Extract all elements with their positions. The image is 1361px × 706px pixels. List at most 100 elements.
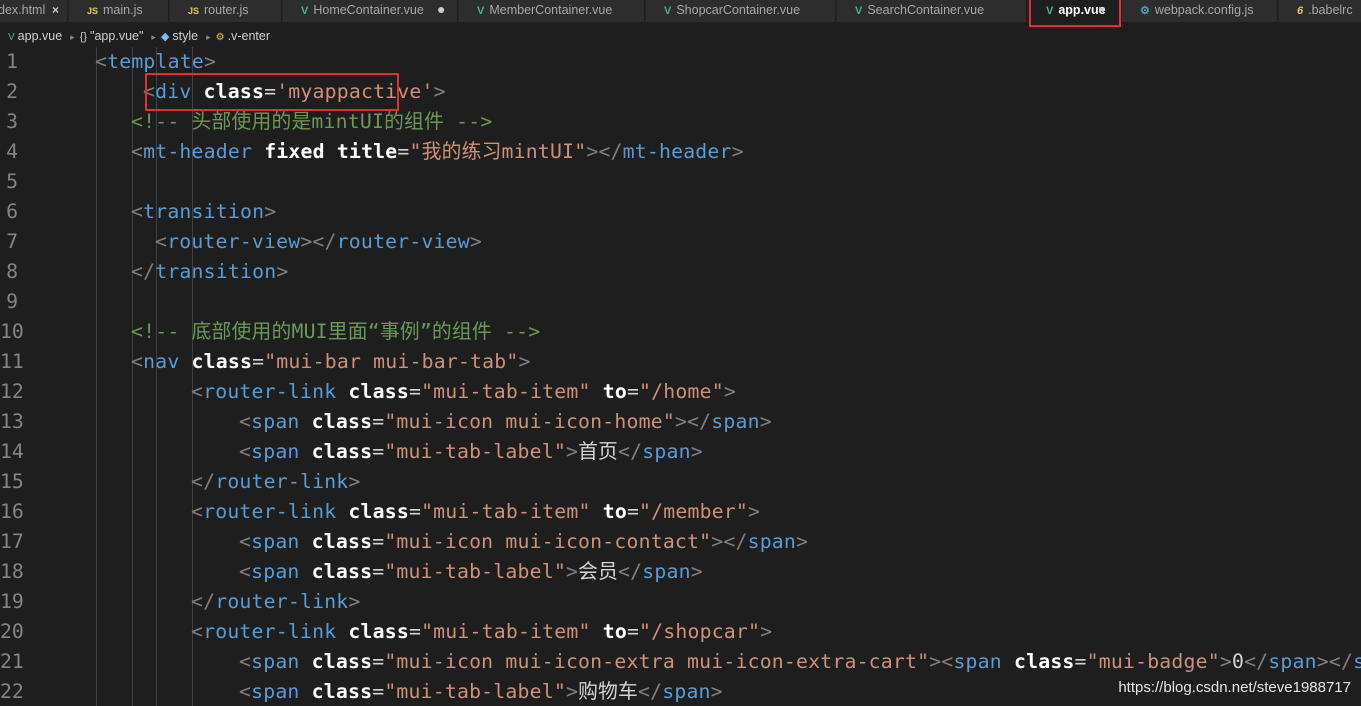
code-token: to [602,620,627,643]
code-editor[interactable]: 1 <template> 2 <div class='myappactive'> 3 <!… [0,47,1361,706]
code-token: span [251,650,300,673]
code-token: span [662,680,711,703]
code-token: < [239,530,252,553]
code-token: > [300,230,313,253]
watermark: https://blog.csdn.net/steve1988717 [1118,679,1351,696]
code-token: router-view [336,230,470,253]
close-icon[interactable]: × [52,1,59,19]
braces-icon: {} [79,31,88,43]
code-line[interactable]: 12 <router-link class="mui-tab-item" to="… [0,377,1361,407]
code-token: "mui-tab-item" [421,500,591,523]
code-line[interactable]: 2 <div class='myappactive'> [0,77,1361,107]
code-token: class [348,500,409,523]
line-number: 5 [6,170,18,193]
code-token: class [203,80,265,103]
code-line[interactable]: 18 <span class="mui-tab-label">会员</span> [0,557,1361,587]
vue-file-icon: V [1046,5,1054,17]
code-token: < [941,650,954,673]
code-token: = [372,650,385,673]
code-line[interactable]: 11 <nav class="mui-bar mui-bar-tab"> [0,347,1361,377]
code-line[interactable]: 10 <!-- 底部使用的MUI里面“事例”的组件 --> [0,317,1361,347]
tab-babelrc[interactable]: 6 .babelrc [1279,0,1361,22]
editor-tab-bar: dex.html × JS main.js JS router.js V HomeContai… [0,0,1361,22]
code-token: "mui-tab-item" [421,620,591,643]
code-token: class [311,410,373,433]
breadcrumb-style[interactable]: style [172,29,198,43]
breadcrumb-selector[interactable]: .v-enter [228,29,270,43]
code-token: 0 [1231,650,1245,673]
tab-label: .babelrc [1308,3,1353,17]
code-line[interactable]: 8 </transition> [0,257,1361,287]
code-line[interactable]: 4 <mt-header fixed title="我的练习mintUI"></m… [0,137,1361,167]
code-line[interactable]: 15 </router-link> [0,467,1361,497]
tab-searchcontainer-vue[interactable]: V SearchContainer.vue [837,0,1027,22]
vue-file-icon: V [301,5,309,17]
code-token: = [408,620,422,643]
tab-label: main.js [103,3,143,17]
code-token: "mui-badge" [1086,650,1220,673]
code-token: span [251,530,300,553]
tab-label: SearchContainer.vue [867,3,985,17]
tab-shopcarcontainer-vue[interactable]: V ShopcarContainer.vue [646,0,836,22]
code-line[interactable]: 19 </router-link> [0,587,1361,617]
code-line[interactable]: 17 <span class="mui-icon mui-icon-contact… [0,527,1361,557]
code-line[interactable]: 1 <template> [0,47,1361,77]
breadcrumb-separator: ▸ [70,32,75,42]
tab-webpack-config-js[interactable]: ⚙ webpack.config.js [1122,0,1278,22]
tab-membercontainer-vue[interactable]: V MemberContainer.vue [459,0,645,22]
breadcrumb-separator: ▸ [151,32,156,42]
code-text: <span class="mui-icon mui-icon-contact">… [239,527,808,557]
code-token: < [131,350,144,373]
code-line[interactable]: 13 <span class="mui-icon mui-icon-home"><… [0,407,1361,437]
code-line[interactable]: 21 <span class="mui-icon mui-icon-extra m… [0,647,1361,677]
code-token: "mui-icon mui-icon-home" [384,410,675,433]
code-token: "mui-tab-label" [384,440,566,463]
breadcrumb-file[interactable]: app.vue [18,29,62,43]
code-line[interactable]: 3 <!-- 头部使用的是mintUI的组件 --> [0,107,1361,137]
code-line[interactable]: 5 [0,167,1361,197]
code-token: = [372,530,385,553]
code-token: = [372,560,385,583]
close-icon[interactable]: × [1098,1,1105,19]
tab-main-js[interactable]: JS main.js [69,0,169,22]
code-line[interactable]: 6 <transition> [0,197,1361,227]
tab-router-js[interactable]: JS router.js [170,0,282,22]
code-token: < [239,560,252,583]
code-line[interactable]: 14 <span class="mui-tab-label">首页</span> [0,437,1361,467]
code-line[interactable]: 7 <router-view></router-view> [0,227,1361,257]
code-token: < [155,230,168,253]
code-token: </ [131,260,156,283]
code-token: > [433,80,446,103]
code-token: span [642,560,691,583]
code-text: <router-link class="mui-tab-item" to="/m… [191,497,760,527]
code-token: s [1353,650,1361,673]
code-line[interactable]: 16 <router-link class="mui-tab-item" to="… [0,497,1361,527]
breadcrumb-block[interactable]: "app.vue" [90,29,143,43]
code-text: <template> [95,47,216,77]
code-token: < [239,680,252,703]
tab-label: dex.html [0,3,46,17]
code-text: <!-- 底部使用的MUI里面“事例”的组件 --> [131,317,540,347]
code-token: ></ [1316,650,1354,673]
code-token: 首页 [578,440,619,463]
code-text: <div class='myappactive'> [143,77,446,107]
tab-label: ShopcarContainer.vue [676,3,801,17]
code-token: > [348,470,361,493]
code-line[interactable]: 20 <router-link class="mui-tab-item" to="… [0,617,1361,647]
tab-homecontainer-vue[interactable]: V HomeContainer.vue ● [283,0,458,22]
code-line[interactable]: 9 [0,287,1361,317]
code-token: < [239,410,252,433]
tab-dex-html[interactable]: dex.html × [0,0,68,22]
tab-app-vue[interactable]: Vapp.vue × [1028,0,1121,22]
vue-file-icon: V [8,32,15,43]
code-token: = [408,380,422,403]
code-token: </ [687,410,712,433]
line-number: 1 [6,50,18,73]
line-number: 21 [0,650,24,673]
code-token: > [565,440,579,463]
code-token: class [348,620,409,643]
